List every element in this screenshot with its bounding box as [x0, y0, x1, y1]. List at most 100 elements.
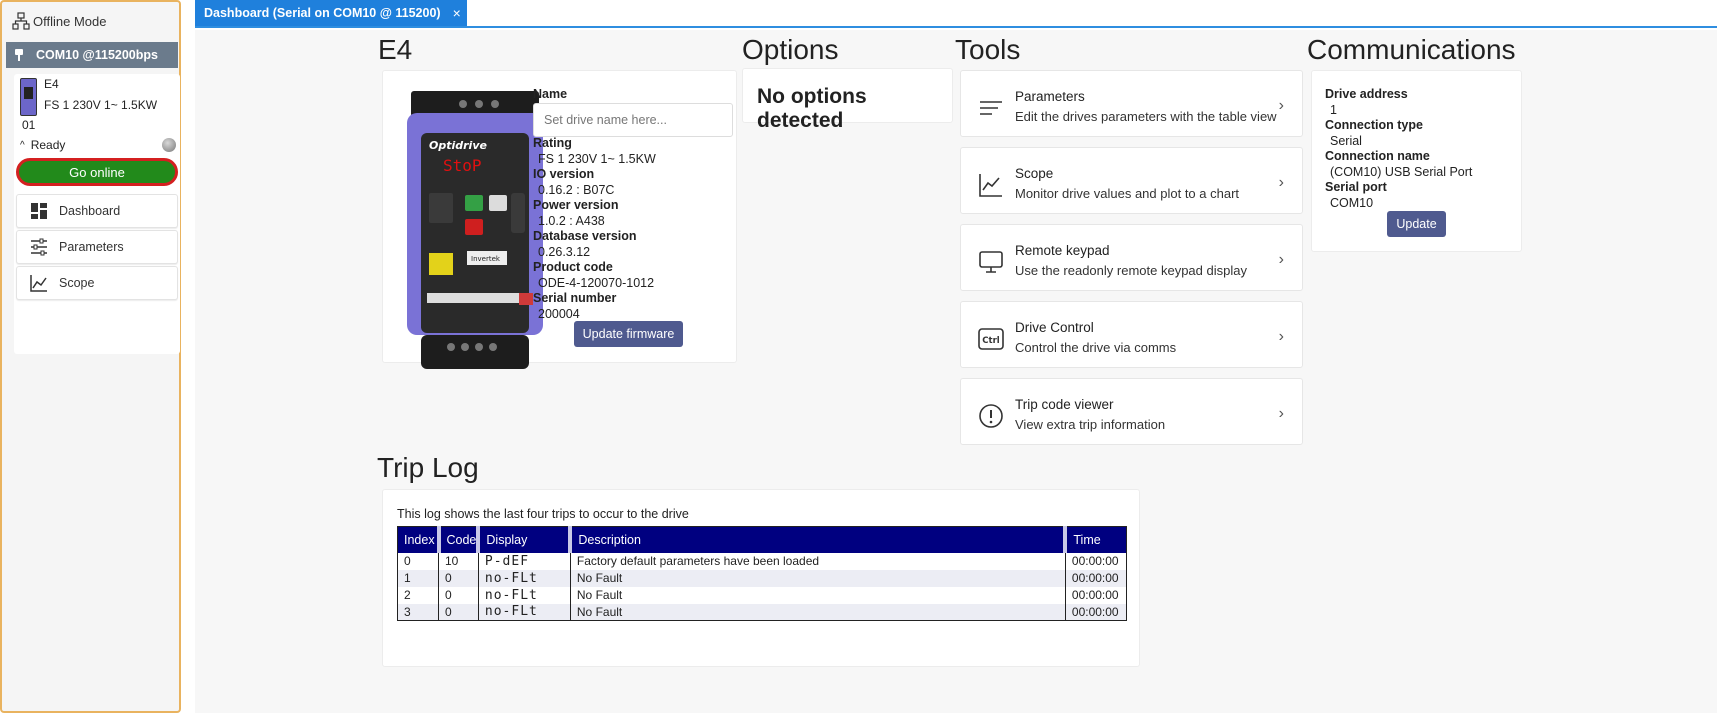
- status-led-icon: [162, 138, 176, 152]
- trip-code: 0: [438, 569, 479, 587]
- tool-description: Monitor drive values and plot to a chart: [1015, 186, 1240, 201]
- no-options-text: No options detected: [757, 85, 867, 132]
- tool-description: Edit the drives parameters with the tabl…: [1015, 109, 1277, 124]
- sidebar: Offline Mode COM10 @115200bps E4 FS 1 23…: [0, 0, 181, 713]
- tool-title: Parameters: [1015, 89, 1085, 104]
- tools-section-title: Tools: [955, 34, 1021, 65]
- power-version-value: 1.0.2 : A438: [538, 214, 605, 228]
- column-header: Description: [570, 526, 1068, 553]
- ctrl-key-icon: Ctrl: [978, 328, 1004, 350]
- trip-description: Factory default parameters have been loa…: [570, 552, 1066, 570]
- connection-name-value: (COM10) USB Serial Port: [1330, 165, 1473, 179]
- drive-name: E4: [44, 77, 59, 91]
- tool-title: Scope: [1015, 166, 1054, 181]
- trip-time: 00:00:00: [1071, 554, 1119, 568]
- update-firmware-button[interactable]: Update firmware: [574, 321, 683, 347]
- offline-mode-label: Offline Mode: [33, 13, 107, 29]
- drive-info-card: Optidrive StoP Invertek Name Rating FS 1…: [382, 70, 737, 369]
- svg-text:Ctrl: Ctrl: [982, 336, 999, 346]
- chart-icon: [979, 174, 1002, 197]
- product-code-value: ODE-4-120070-1012: [538, 276, 655, 290]
- serial-port-label: Serial port: [1325, 180, 1387, 194]
- tab-bar: Dashboard (Serial on COM10 @ 115200) ×: [195, 0, 1717, 28]
- trip-display: P-dEF: [478, 552, 571, 570]
- dashboard-icon: [29, 201, 49, 221]
- drive-name-input[interactable]: [533, 103, 733, 137]
- tool-remote-keypad[interactable]: Remote keypad Use the readonly remote ke…: [960, 224, 1303, 291]
- plug-icon: [15, 49, 23, 61]
- sidebar-item-dashboard[interactable]: Dashboard: [16, 194, 178, 228]
- serial-number-label: Serial number: [533, 291, 617, 305]
- trip-log-table: Index Code Display Description Time 0 10…: [397, 526, 1127, 621]
- connection-label: COM10 @115200bps: [36, 48, 158, 62]
- tool-description: Control the drive via comms: [1015, 340, 1177, 355]
- sidebar-item-parameters[interactable]: Parameters: [16, 230, 178, 264]
- table-row[interactable]: 3 0 no-FLt No Fault 00:00:00: [397, 603, 1127, 621]
- chevron-right-icon: ›: [1278, 174, 1284, 191]
- app-window: Offline Mode COM10 @115200bps E4 FS 1 23…: [0, 0, 1717, 713]
- go-online-button[interactable]: Go online: [16, 158, 178, 186]
- drive-thumbnail[interactable]: [20, 78, 37, 116]
- table-row[interactable]: 2 0 no-FLt No Fault 00:00:00: [397, 586, 1127, 604]
- trip-code: 0: [438, 603, 479, 621]
- io-version-label: IO version: [533, 167, 595, 181]
- table-header-row: Index Code Display Description Time: [397, 526, 1127, 553]
- tool-trip-code-viewer[interactable]: Trip code viewer View extra trip informa…: [960, 378, 1303, 445]
- trip-index: 3: [397, 603, 439, 621]
- drive-address-label: Drive address: [1325, 87, 1408, 101]
- connection-name-label: Connection name: [1325, 149, 1430, 163]
- trip-log-intro: This log shows the last four trips to oc…: [397, 507, 689, 521]
- drive-image-display: StoP: [443, 156, 482, 175]
- database-version-value: 0.26.3.12: [538, 245, 591, 259]
- close-icon[interactable]: ×: [453, 5, 461, 21]
- dashboard-main: E4 Optidrive StoP Invertek Name Set driv…: [195, 30, 1717, 713]
- trip-description: No Fault: [570, 586, 1066, 604]
- trip-display: no-FLt: [478, 603, 571, 621]
- database-version-label: Database version: [533, 229, 637, 243]
- comms-update-button[interactable]: Update: [1387, 211, 1446, 237]
- trip-description: No Fault: [570, 603, 1066, 621]
- line-chart-icon: [29, 273, 49, 293]
- trip-code: 10: [438, 552, 479, 570]
- trip-index: 0: [397, 552, 439, 570]
- list-icon: [980, 101, 1002, 115]
- drive-status-row[interactable]: ^ Ready: [20, 137, 176, 153]
- trip-index: 1: [397, 569, 439, 587]
- serial-number-value: 200004: [538, 307, 580, 321]
- power-version-label: Power version: [533, 198, 619, 212]
- trip-description: No Fault: [570, 569, 1066, 587]
- tab-dashboard[interactable]: Dashboard (Serial on COM10 @ 115200) ×: [195, 0, 467, 26]
- drive-card: E4 FS 1 230V 1~ 1.5KW 01 ^ Ready Go onli…: [14, 74, 180, 354]
- comms-card: Drive address 1 Connection type Serial C…: [1311, 70, 1522, 252]
- options-card: No options detected: [742, 68, 953, 132]
- column-header: Index: [397, 526, 441, 553]
- connection-type-value: Serial: [1330, 134, 1362, 148]
- chevron-right-icon: ›: [1278, 251, 1284, 268]
- drive-section-title: E4: [378, 34, 413, 65]
- offline-mode-row[interactable]: Offline Mode: [12, 10, 106, 32]
- drive-image: Optidrive StoP Invertek: [407, 91, 543, 369]
- trip-index: 2: [397, 586, 439, 604]
- comms-section-title: Communications: [1307, 34, 1516, 65]
- column-header: Code: [438, 526, 481, 553]
- connection-bar[interactable]: COM10 @115200bps: [6, 42, 178, 68]
- alert-icon: [979, 404, 1003, 428]
- drive-status-label: Ready: [30, 138, 66, 152]
- column-header: Time: [1065, 526, 1127, 553]
- serial-port-value: COM10: [1330, 196, 1374, 210]
- options-section-title: Options: [742, 34, 839, 65]
- product-code-label: Product code: [533, 260, 613, 274]
- sidebar-item-scope[interactable]: Scope: [16, 266, 178, 300]
- table-row[interactable]: 0 10 P-dEF Factory default parameters ha…: [397, 552, 1127, 570]
- tool-parameters[interactable]: Parameters Edit the drives parameters wi…: [960, 70, 1303, 137]
- trip-time: 00:00:00: [1065, 569, 1127, 587]
- network-icon: [12, 12, 30, 30]
- tool-description: Use the readonly remote keypad display: [1015, 263, 1247, 278]
- tool-drive-control[interactable]: Ctrl Drive Control Control the drive via…: [960, 301, 1303, 368]
- sliders-icon: [29, 237, 49, 257]
- drive-rating: FS 1 230V 1~ 1.5KW: [44, 98, 158, 112]
- table-row[interactable]: 1 0 no-FLt No Fault 00:00:00: [397, 569, 1127, 587]
- tool-scope[interactable]: Scope Monitor drive values and plot to a…: [960, 147, 1303, 214]
- chevron-right-icon: ›: [1278, 328, 1284, 345]
- sidebar-item-label: Dashboard: [59, 204, 121, 218]
